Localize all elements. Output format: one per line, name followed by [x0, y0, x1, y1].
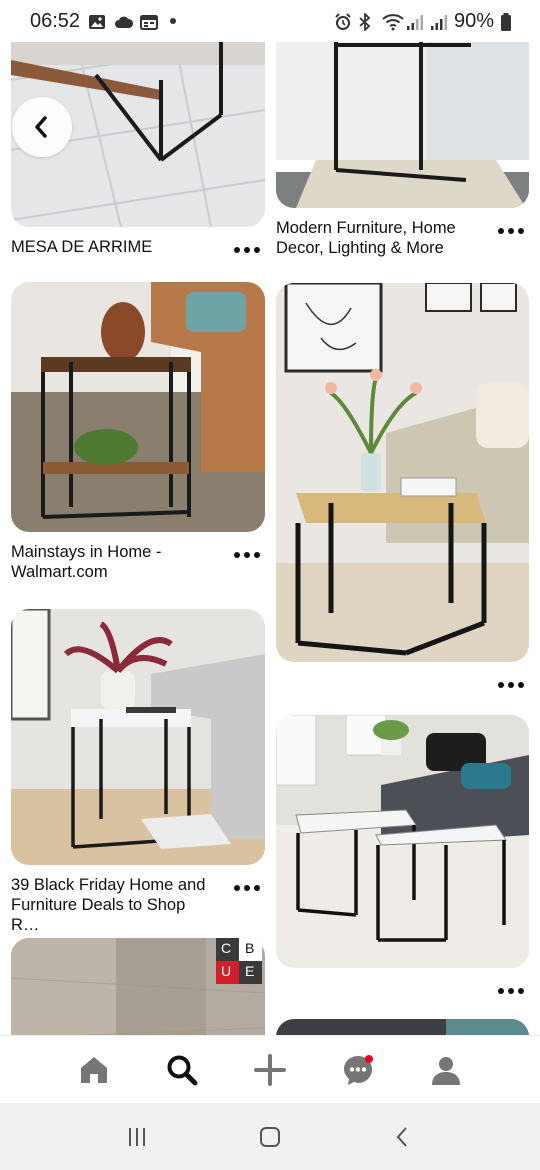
nav-search[interactable]: [158, 1046, 206, 1094]
bottom-navigation: [0, 1035, 540, 1103]
nav-home[interactable]: [70, 1046, 118, 1094]
pin-image[interactable]: [276, 715, 529, 968]
pin-title[interactable]: Mainstays in Home - Walmart.com: [11, 542, 216, 582]
status-bar: 06:52 90%: [0, 0, 540, 42]
home-square-icon: [259, 1126, 280, 1147]
pin-image[interactable]: [276, 283, 529, 662]
more-options-button[interactable]: [493, 978, 529, 1000]
pin-meta: [276, 672, 529, 694]
pin-image[interactable]: [11, 609, 265, 865]
brand-tile-letter-u: U: [221, 963, 232, 979]
dot-icon: [170, 18, 177, 24]
gallery-icon: [88, 13, 106, 29]
pin-meta: 39 Black Friday Home and Furniture Deals…: [11, 875, 265, 935]
pin-meta: [276, 978, 529, 1000]
pin-meta: MESA DE ARRIME: [11, 237, 265, 259]
status-left: 06:52: [30, 9, 177, 33]
brand-tile-letter-c: C: [221, 940, 232, 956]
more-options-button[interactable]: [229, 237, 265, 259]
status-right: 90%: [334, 10, 512, 33]
pin-image[interactable]: C B U E: [11, 938, 265, 1035]
signal-icon-2: [430, 13, 448, 30]
pin-meta: Modern Furniture, Home Decor, Lighting &…: [276, 218, 529, 258]
pin-card-modern-furniture[interactable]: Modern Furniture, Home Decor, Lighting &…: [276, 40, 529, 258]
pin-card-cropped[interactable]: [276, 1019, 529, 1035]
more-options-button[interactable]: [493, 672, 529, 694]
recent-apps-icon: [128, 1127, 145, 1146]
pin-image[interactable]: [11, 282, 265, 532]
pin-title[interactable]: MESA DE ARRIME: [11, 237, 216, 257]
nav-messages[interactable]: [334, 1046, 382, 1094]
home-system-button[interactable]: [250, 1117, 290, 1157]
signal-icon: [406, 13, 424, 30]
plus-icon: [254, 1053, 286, 1086]
nav-profile[interactable]: [422, 1046, 470, 1094]
user-icon: [432, 1056, 460, 1085]
search-icon: [167, 1055, 198, 1085]
wifi-icon: [382, 13, 404, 31]
battery-percent: 90%: [453, 9, 494, 32]
more-options-button[interactable]: [229, 875, 265, 897]
back-button[interactable]: [12, 97, 72, 157]
brand-tile-letter-e: E: [245, 963, 255, 979]
cloud-icon: [114, 13, 134, 29]
pin-title[interactable]: Modern Furniture, Home Decor, Lighting &…: [276, 218, 481, 258]
more-options-button[interactable]: [229, 542, 265, 564]
home-icon: [81, 1056, 107, 1083]
pin-feed[interactable]: MESA DE ARRIME Modern Furniture, Home De…: [0, 40, 540, 1035]
chevron-left-icon: [35, 116, 47, 138]
pin-card-black-friday[interactable]: 39 Black Friday Home and Furniture Deals…: [11, 609, 265, 935]
back-chevron-icon: [396, 1126, 408, 1147]
pin-meta: Mainstays in Home - Walmart.com: [11, 542, 265, 582]
more-options-button[interactable]: [493, 218, 529, 240]
alarm-icon: [334, 13, 352, 30]
brand-tile-letter-b: B: [245, 940, 255, 956]
notification-badge: [365, 1054, 373, 1063]
pin-card-nesting-tables[interactable]: [276, 715, 529, 1000]
nav-create[interactable]: [246, 1046, 294, 1094]
pin-card-cane-side-table[interactable]: [276, 283, 529, 694]
pin-image[interactable]: [276, 40, 529, 208]
system-navigation-bar: [0, 1103, 540, 1170]
pin-card-concrete-texture[interactable]: C B U E: [11, 938, 265, 1035]
bluetooth-icon: [358, 11, 376, 33]
battery-icon: [500, 13, 512, 31]
status-time: 06:52: [30, 9, 81, 32]
recent-apps-button[interactable]: [117, 1117, 157, 1157]
pin-image[interactable]: [276, 1019, 529, 1035]
pin-title[interactable]: 39 Black Friday Home and Furniture Deals…: [11, 875, 216, 935]
pin-card-mainstays[interactable]: Mainstays in Home - Walmart.com: [11, 282, 265, 582]
calendar-icon: [140, 13, 159, 30]
back-system-button[interactable]: [383, 1117, 423, 1157]
